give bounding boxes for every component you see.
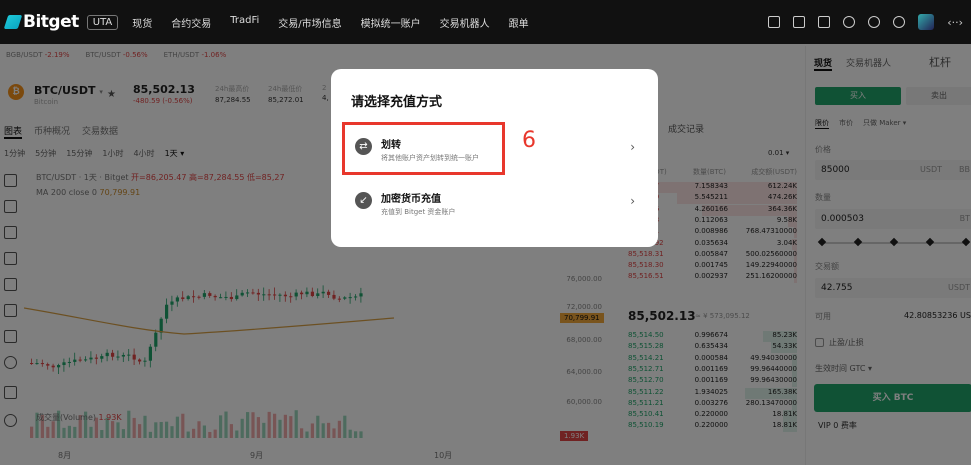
- step-highlight-box: [342, 122, 505, 175]
- nav-item-copy[interactable]: 跟单: [509, 15, 529, 30]
- chevron-right-icon: ›: [630, 194, 635, 208]
- globe-icon[interactable]: [843, 16, 856, 28]
- gear-icon[interactable]: [893, 16, 906, 28]
- nav-item-spot[interactable]: 现货: [132, 15, 152, 30]
- nav-icons: ‹··›: [755, 14, 963, 30]
- nav-item-bots[interactable]: 交易机器人: [440, 15, 490, 30]
- avatar[interactable]: [918, 14, 935, 30]
- page-root: Bitget UTA 现货 合约交易 TradFi 交易/市场信息 模拟统一账户…: [0, 0, 971, 465]
- brand-logo[interactable]: Bitget: [3, 12, 79, 32]
- logo-icon: [3, 15, 23, 29]
- brand-name: Bitget: [23, 12, 79, 32]
- option-title: 加密货币充值: [381, 194, 441, 205]
- wallet-icon[interactable]: [768, 16, 781, 28]
- clock-icon[interactable]: [793, 16, 806, 28]
- chevron-right-icon: ›: [630, 140, 635, 154]
- moon-icon[interactable]: [868, 16, 881, 28]
- nav-item-tradfi[interactable]: TradFi: [230, 15, 259, 30]
- step-number: 6: [522, 128, 536, 153]
- option-subtitle: 充值到 Bitget 资金账户: [381, 208, 456, 216]
- nav-item-demo[interactable]: 模拟统一账户: [361, 15, 421, 30]
- nav-item-futures[interactable]: 合约交易: [171, 15, 211, 30]
- nav-item-markets[interactable]: 交易/市场信息: [278, 15, 341, 30]
- deposit-icon: ↙: [355, 192, 372, 209]
- top-nav: Bitget UTA 现货 合约交易 TradFi 交易/市场信息 模拟统一账户…: [0, 0, 971, 44]
- arrows-icon[interactable]: ‹··›: [947, 16, 963, 29]
- uta-badge[interactable]: UTA: [86, 14, 119, 30]
- option-crypto-deposit[interactable]: ↙ 加密货币充值 充值到 Bitget 资金账户 ›: [345, 177, 641, 227]
- download-icon[interactable]: [818, 16, 831, 28]
- nav-menu: 现货 合约交易 TradFi 交易/市场信息 模拟统一账户 交易机器人 跟单: [132, 15, 547, 30]
- dialog-title: 请选择充值方式: [351, 95, 443, 110]
